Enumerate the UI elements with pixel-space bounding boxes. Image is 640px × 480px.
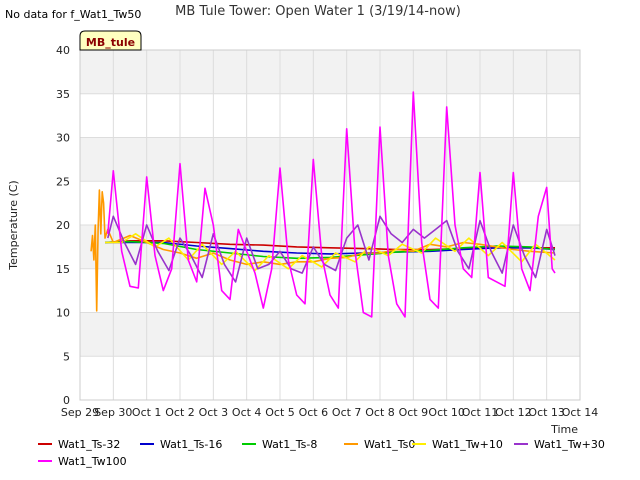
y-tick-label: 30 [56,132,70,145]
y-tick-label: 20 [56,219,70,232]
legend-item: Wat1_Tw100 [38,455,127,468]
x-tick-label: Oct 1 [132,406,162,419]
station-badge: MB_tule [79,30,142,51]
x-tick-label: Oct 9 [399,406,429,419]
y-axis-label: Temperature (C) [7,180,20,270]
x-tick-label: Oct 3 [199,406,229,419]
legend-label: Wat1_Tw100 [58,455,127,468]
grid-band [80,50,580,94]
legend-item: Wat1_Tw+30 [514,438,605,451]
legend-label: Wat1_Ts-32 [58,438,120,451]
x-tick-label: Oct 10 [428,406,465,419]
legend-item: Wat1_Ts-16 [140,438,222,451]
x-tick-label: Oct 4 [232,406,262,419]
grid-band [80,312,580,357]
y-axis-ticks: 0510152025303540 [56,44,70,407]
plot-area [79,49,581,401]
y-tick-label: 25 [56,175,70,188]
legend-item: Wat1_Ts0 [344,438,415,451]
legend-label: Wat1_Ts0 [364,438,415,451]
x-axis-ticks: Sep 29Sep 30 Oct 1 Oct 2 Oct 3 Oct 4 Oct 5 Oct… [61,406,598,419]
y-tick-label: 35 [56,88,70,101]
x-tick-label: Sep 30 [94,406,132,419]
x-axis-label: Time [550,423,578,436]
y-tick-label: 40 [56,44,70,57]
x-tick-label: Oct 2 [165,406,195,419]
y-tick-label: 5 [63,350,70,363]
chart-title: MB Tule Tower: Open Water 1 (3/19/14-now… [175,4,461,19]
legend-label: Wat1_Ts-16 [160,438,222,451]
legend-item: Wat1_Tw+10 [412,438,503,451]
x-tick-label: Oct 12 [495,406,532,419]
station-badge-label: MB_tule [86,36,135,49]
x-tick-label: Oct 6 [299,406,329,419]
x-tick-label: Oct 14 [562,406,599,419]
x-tick-label: Oct 8 [365,406,395,419]
x-tick-label: Oct 13 [528,406,565,419]
legend-label: Wat1_Tw+30 [534,438,605,451]
legend-label: Wat1_Ts-8 [262,438,317,451]
x-tick-label: Oct 5 [265,406,295,419]
grid-band [80,137,580,182]
legend-item: Wat1_Ts-32 [38,438,120,451]
legend-label: Wat1_Tw+10 [432,438,503,451]
y-tick-label: 15 [56,263,70,276]
legend: Wat1_Ts-32 Wat1_Ts-16 Wat1_Ts-8 Wat1_Ts0 Wat… [38,438,605,468]
y-tick-label: 10 [56,307,70,320]
legend-item: Wat1_Ts-8 [242,438,317,451]
temperature-chart: No data for f_Wat1_Tw50 MB Tule Tower: O… [5,4,605,468]
no-data-note: No data for f_Wat1_Tw50 [5,8,141,21]
x-tick-label: Oct 7 [332,406,362,419]
x-tick-label: Oct 11 [462,406,499,419]
